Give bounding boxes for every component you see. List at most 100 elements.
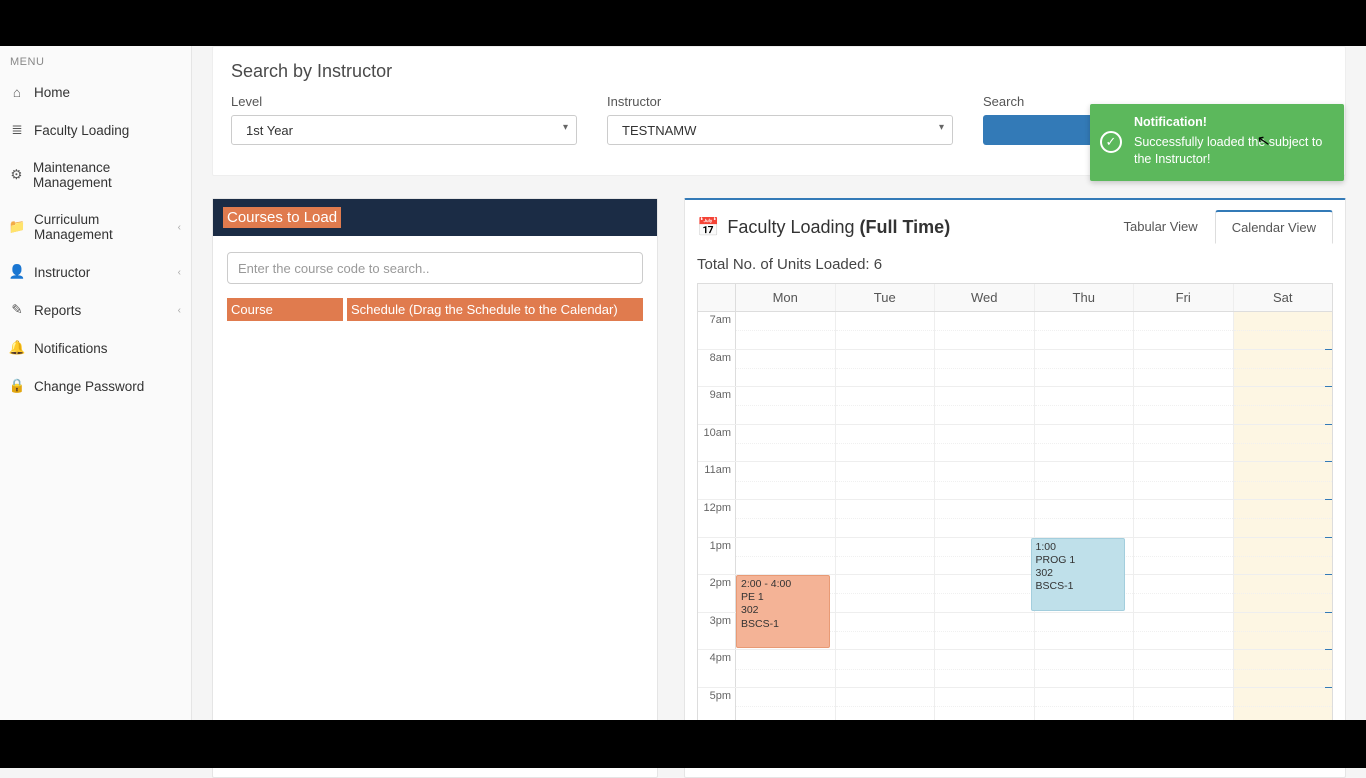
calendar-cell[interactable] [1134, 538, 1234, 575]
calendar-cell[interactable] [935, 387, 1035, 424]
chevron-left-icon: ‹ [178, 267, 181, 278]
calendar-cell[interactable] [935, 613, 1035, 650]
calendar-cell[interactable] [836, 500, 936, 537]
units-value: 6 [874, 256, 882, 273]
calendar-cell[interactable] [1134, 425, 1234, 462]
level-select[interactable]: 1st Year [231, 115, 577, 145]
time-label: 11am [698, 462, 736, 499]
units-label: Total No. of Units Loaded: [697, 256, 874, 273]
calendar-cell[interactable] [836, 387, 936, 424]
calendar-cell[interactable] [1234, 575, 1333, 612]
sidebar-item-change-password[interactable]: 🔒 Change Password [0, 367, 191, 405]
notification-toast[interactable]: ✓ Notification! Successfully loaded the … [1090, 104, 1344, 181]
calendar-cell[interactable] [935, 462, 1035, 499]
calendar-cell[interactable] [1035, 312, 1135, 349]
calendar-cell[interactable] [1234, 500, 1333, 537]
calendar-cell[interactable] [935, 538, 1035, 575]
calendar-cell[interactable] [1134, 500, 1234, 537]
calendar-cell[interactable] [1035, 650, 1135, 687]
calendar-cell[interactable] [935, 312, 1035, 349]
calendar-cell[interactable] [1035, 387, 1135, 424]
calendar-cell[interactable] [836, 575, 936, 612]
calendar-cell[interactable] [736, 312, 836, 349]
chevron-left-icon: ‹ [178, 222, 181, 233]
calendar-cell[interactable] [1234, 312, 1333, 349]
calendar-cell[interactable] [736, 425, 836, 462]
tab-calendar[interactable]: Calendar View [1215, 210, 1333, 244]
calendar-cell[interactable] [1134, 350, 1234, 387]
calendar-cell[interactable] [1134, 650, 1234, 687]
event-room: 302 [1036, 567, 1120, 580]
calendar-cell[interactable] [736, 500, 836, 537]
calendar-row: 11am [698, 462, 1332, 500]
calendar-cell[interactable] [1134, 312, 1234, 349]
calendar-cell[interactable] [1134, 613, 1234, 650]
letterbox-bottom [0, 720, 1366, 768]
calendar-cell[interactable] [836, 650, 936, 687]
calendar-icon: 📅 [697, 217, 719, 238]
sidebar-item-label: Instructor [34, 265, 90, 280]
calendar-cell[interactable] [1234, 350, 1333, 387]
sidebar-item-label: Faculty Loading [34, 123, 129, 138]
level-value: 1st Year [246, 123, 293, 138]
calendar-cell[interactable] [1035, 500, 1135, 537]
day-header-tue: Tue [836, 284, 936, 311]
event-section: BSCS-1 [1036, 580, 1120, 593]
calendar-cell[interactable] [1134, 387, 1234, 424]
calendar-cell[interactable] [836, 462, 936, 499]
tab-tabular[interactable]: Tabular View [1106, 210, 1214, 244]
calendar-cell[interactable] [1234, 538, 1333, 575]
sidebar-item-label: Notifications [34, 341, 108, 356]
courses-card-title: Courses to Load [223, 207, 341, 228]
sidebar-item-instructor[interactable]: 👤 Instructor ‹ [0, 253, 191, 291]
sidebar-item-home[interactable]: ⌂ Home [0, 74, 191, 111]
sidebar-item-curriculum[interactable]: 📁 Curriculum Management ‹ [0, 201, 191, 253]
calendar-cell[interactable] [1234, 387, 1333, 424]
faculty-loading-title: 📅 Faculty Loading (Full Time) [697, 217, 950, 238]
calendar-cell[interactable] [836, 425, 936, 462]
calendar-cell[interactable] [935, 425, 1035, 462]
calendar-cell[interactable] [736, 387, 836, 424]
sidebar-item-notifications[interactable]: 🔔 Notifications [0, 329, 191, 367]
calendar-cell[interactable] [1234, 425, 1333, 462]
calendar-cell[interactable] [1234, 613, 1333, 650]
instructor-select[interactable]: TESTNAMW [607, 115, 953, 145]
calendar-cell[interactable] [935, 500, 1035, 537]
day-header-sat: Sat [1234, 284, 1333, 311]
title-bold: (Full Time) [860, 217, 951, 237]
calendar-cell[interactable] [736, 462, 836, 499]
calendar-cell[interactable] [1035, 425, 1135, 462]
course-search-input[interactable] [227, 252, 643, 284]
event-course: PROG 1 [1036, 554, 1120, 567]
calendar-cell[interactable] [736, 350, 836, 387]
calendar-cell[interactable] [935, 575, 1035, 612]
event-course: PE 1 [741, 591, 825, 604]
calendar-cell[interactable] [836, 350, 936, 387]
time-label: 1pm [698, 538, 736, 575]
calendar-body[interactable]: 7am8am9am10am11am12pm1pm2pm3pm4pm5pm6pm2… [698, 312, 1332, 764]
calendar-row: 1pm [698, 538, 1332, 576]
calendar-row: 8am [698, 350, 1332, 388]
calendar-cell[interactable] [1035, 350, 1135, 387]
person-icon: 👤 [10, 264, 24, 280]
calendar-cell[interactable] [935, 350, 1035, 387]
calendar-cell[interactable] [1035, 613, 1135, 650]
calendar-event[interactable]: 2:00 - 4:00PE 1302BSCS-1 [736, 575, 830, 648]
calendar-cell[interactable] [1234, 650, 1333, 687]
calendar-cell[interactable] [836, 613, 936, 650]
calendar-cell[interactable] [836, 538, 936, 575]
calendar-cell[interactable] [935, 650, 1035, 687]
calendar-cell[interactable] [736, 538, 836, 575]
title-prefix: Faculty Loading [727, 217, 859, 237]
sidebar-item-faculty-loading[interactable]: ≣ Faculty Loading [0, 111, 191, 149]
sidebar-item-maintenance[interactable]: ⚙ Maintenance Management [0, 149, 191, 201]
menu-label: MENU [0, 46, 191, 74]
calendar-cell[interactable] [1134, 462, 1234, 499]
calendar-cell[interactable] [1134, 575, 1234, 612]
sidebar-item-reports[interactable]: ✎ Reports ‹ [0, 291, 191, 329]
calendar-event[interactable]: 1:00PROG 1302BSCS-1 [1031, 538, 1125, 611]
calendar-cell[interactable] [1234, 462, 1333, 499]
calendar-cell[interactable] [1035, 462, 1135, 499]
calendar-cell[interactable] [836, 312, 936, 349]
calendar-cell[interactable] [736, 650, 836, 687]
